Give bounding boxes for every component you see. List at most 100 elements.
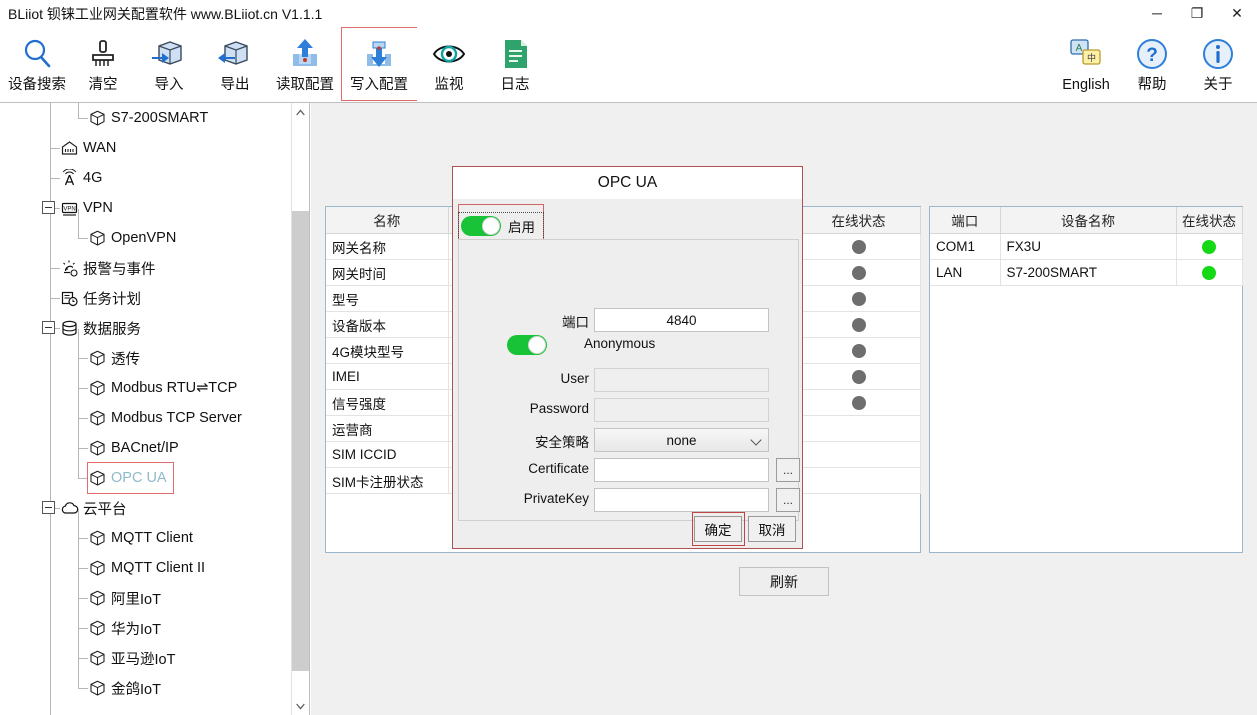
toolbar-button-read-config[interactable]: 读取配置 (268, 28, 342, 100)
security-policy-label: 安全策略 (535, 435, 589, 450)
privatekey-browse-button[interactable]: ... (776, 488, 800, 512)
tree-item-label: OPC UA (111, 470, 167, 486)
tree-guide-line (78, 509, 79, 539)
tree-item-iot[interactable]: 金鸽IoT (88, 673, 161, 703)
tree-item-[interactable]: 任务计划 (60, 283, 141, 313)
toggle-knob (528, 336, 546, 354)
tree-item-4g[interactable]: 4G (60, 163, 102, 193)
tree-item-mqtt-client-ii[interactable]: MQTT Client II (88, 553, 205, 583)
table-row[interactable]: COM1 FX3U (930, 233, 1243, 260)
tree-item-[interactable]: 报警与事件 (60, 253, 156, 283)
tree-item-iot[interactable]: 华为IoT (88, 613, 161, 643)
tree-item-label: 云平台 (83, 501, 127, 518)
privatekey-label: PrivateKey (523, 491, 589, 506)
tree-item-openvpn[interactable]: OpenVPN (88, 223, 176, 253)
tree-item-opc-ua[interactable]: OPC UA (87, 462, 174, 494)
port-label: 端口 (562, 315, 589, 330)
tree-item-modbus-tcp-server[interactable]: Modbus TCP Server (88, 403, 242, 433)
toggle-knob (482, 217, 500, 235)
tree-item-label: 透传 (111, 351, 140, 368)
port-input[interactable]: 4840 (594, 308, 769, 332)
device-list-panel: 端口 设备名称 在线状态 COM1 FX3U LAN S7-200SMART (929, 206, 1243, 553)
toolbar-button-write-config[interactable]: 写入配置 (341, 27, 417, 101)
minimize-button[interactable]: ─ (1137, 0, 1177, 26)
close-button[interactable]: ✕ (1217, 0, 1257, 26)
tree-guide-line (78, 568, 88, 569)
table-header-row: 端口 设备名称 在线状态 (930, 207, 1243, 234)
refresh-button[interactable]: 刷新 (739, 567, 829, 596)
search-icon (19, 32, 55, 76)
scroll-down-arrow[interactable] (292, 697, 309, 715)
tree-item-s7-200smart[interactable]: S7-200SMART (88, 103, 208, 133)
certificate-input[interactable] (594, 458, 769, 482)
cell-name: 网关名称 (326, 233, 449, 260)
cell-status (797, 233, 921, 260)
anonymous-toggle[interactable] (507, 335, 547, 355)
table-row[interactable]: LAN S7-200SMART (930, 259, 1243, 286)
download-write-icon (361, 32, 397, 76)
cancel-button[interactable]: 取消 (748, 516, 796, 542)
user-input[interactable] (594, 368, 769, 392)
navigation-tree-panel: S7-200SMART WAN 4G VPN VPN OpenVPN 报警与事件 任务计划 数据… (0, 103, 310, 715)
cell-status (797, 467, 921, 494)
toolbar-button-clear[interactable]: 清空 (70, 28, 136, 100)
window-title: BLiiot 钡铼工业网关配置软件 www.BLiiot.cn V1.1.1 (8, 6, 323, 22)
tree-item-iot[interactable]: 阿里IoT (88, 583, 161, 613)
toolbar-button-help[interactable]: ? 帮助 (1119, 28, 1185, 100)
tree-scrollbar[interactable] (291, 103, 309, 715)
cell-status (797, 363, 921, 390)
column-header-device-name: 设备名称 (1000, 207, 1177, 234)
cube-icon (90, 590, 105, 606)
tree-item-label: BACnet/IP (111, 440, 179, 456)
password-input[interactable] (594, 398, 769, 422)
toolbar-button-import[interactable]: 导入 (136, 28, 202, 100)
toolbar-button-device-search[interactable]: 设备搜索 (4, 28, 70, 100)
enable-toggle[interactable] (461, 216, 501, 236)
cell-name: 4G模块型号 (326, 337, 449, 364)
tree-item-[interactable]: 数据服务 (60, 313, 141, 343)
cell-status (797, 441, 921, 468)
svg-text:?: ? (1146, 45, 1158, 66)
security-policy-select[interactable]: none (594, 428, 769, 452)
tree-collapse-toggle[interactable] (42, 201, 55, 214)
tree-item-label: 阿里IoT (111, 591, 161, 608)
toolbar-left-group: 设备搜索 清空 导入 导出 读取配置 写入配置 监视 日志 (4, 27, 548, 101)
tree-collapse-toggle[interactable] (42, 321, 55, 334)
scroll-thumb[interactable] (292, 211, 309, 671)
tree-item-[interactable]: 云平台 (60, 493, 127, 523)
maximize-button[interactable]: ❐ (1177, 0, 1217, 26)
tree-item-modbus-rtu-tcp[interactable]: Modbus RTU⇌TCP (88, 373, 237, 403)
title-bar: BLiiot 钡铼工业网关配置软件 www.BLiiot.cn V1.1.1 ─… (0, 0, 1257, 26)
toolbar-button-export[interactable]: 导出 (202, 28, 268, 100)
tree-guide-line (78, 658, 88, 659)
status-indicator (851, 318, 866, 333)
tree-item-[interactable]: 透传 (88, 343, 140, 373)
tree-guide-line (78, 118, 88, 119)
tree-guide-line (78, 539, 79, 569)
dialog-title: OPC UA (453, 167, 802, 199)
main-toolbar: 设备搜索 清空 导入 导出 读取配置 写入配置 监视 日志 A 中 Englis… (0, 26, 1257, 103)
certificate-browse-button[interactable]: ... (776, 458, 800, 482)
status-indicator (851, 370, 866, 385)
enable-toggle-row[interactable]: 启用 (458, 212, 544, 240)
tree-collapse-toggle[interactable] (42, 501, 55, 514)
tree-guide-line (50, 268, 60, 269)
toolbar-button-log[interactable]: 日志 (482, 28, 548, 100)
scroll-up-arrow[interactable] (292, 103, 309, 121)
tree-guide-line (78, 418, 88, 419)
tree-item-bacnet-ip[interactable]: BACnet/IP (88, 433, 179, 463)
toolbar-button-monitor[interactable]: 监视 (416, 28, 482, 100)
toolbar-label: 关于 (1203, 77, 1233, 93)
privatekey-input[interactable] (594, 488, 769, 512)
tree-item-label: 4G (83, 170, 103, 186)
wan-icon (61, 140, 78, 155)
toolbar-button-about[interactable]: 关于 (1185, 28, 1251, 100)
tree-item-vpn[interactable]: VPN VPN (60, 193, 113, 223)
status-indicator (851, 266, 866, 281)
toolbar-button-language[interactable]: A 中 English (1053, 28, 1119, 100)
tree-item-wan[interactable]: WAN (60, 133, 116, 163)
cube-icon (90, 530, 105, 546)
tree-item-iot[interactable]: 亚马逊IoT (88, 643, 175, 673)
ok-button-focus-highlight (692, 512, 745, 546)
tree-item-mqtt-client[interactable]: MQTT Client (88, 523, 193, 553)
